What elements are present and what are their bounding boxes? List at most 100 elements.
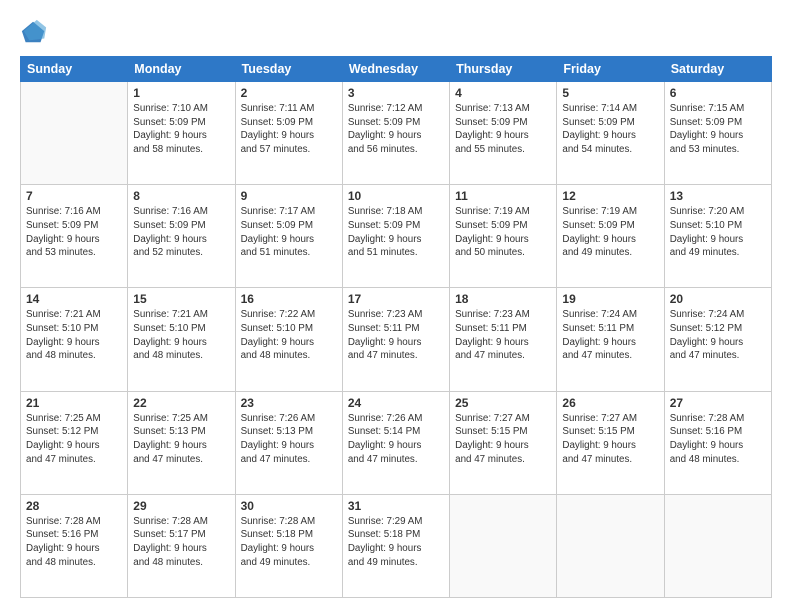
calendar-cell: 31 Sunrise: 7:29 AMSunset: 5:18 PMDayligh… <box>342 494 449 597</box>
header <box>20 18 772 46</box>
day-number: 6 <box>670 86 766 100</box>
day-info: Sunrise: 7:24 AMSunset: 5:11 PMDaylight:… <box>562 308 658 363</box>
day-number: 28 <box>26 499 122 513</box>
day-info: Sunrise: 7:12 AMSunset: 5:09 PMDaylight:… <box>348 102 444 157</box>
calendar-cell: 21 Sunrise: 7:25 AMSunset: 5:12 PMDayligh… <box>21 391 128 494</box>
day-number: 26 <box>562 396 658 410</box>
calendar-cell: 9Sunrise: 7:17 AMSunset: 5:09 PMDaylight… <box>235 185 342 288</box>
day-info: Sunrise: 7:16 AMSunset: 5:09 PMDaylight:… <box>26 205 122 260</box>
day-number: 30 <box>241 499 337 513</box>
day-info: Sunrise: 7:19 AMSunset: 5:09 PMDaylight:… <box>562 205 658 260</box>
calendar-cell: 27 Sunrise: 7:28 AMSunset: 5:16 PMDayligh… <box>664 391 771 494</box>
calendar-week-row: 1 Sunrise: 7:10 AMSunset: 5:09 PMDaylight… <box>21 82 772 185</box>
calendar-cell: 3 Sunrise: 7:12 AMSunset: 5:09 PMDaylight… <box>342 82 449 185</box>
weekday-header-sunday: Sunday <box>21 57 128 82</box>
day-info: Sunrise: 7:27 AMSunset: 5:15 PMDaylight:… <box>562 412 658 467</box>
calendar-table: SundayMondayTuesdayWednesdayThursdayFrid… <box>20 56 772 598</box>
day-number: 21 <box>26 396 122 410</box>
day-info: Sunrise: 7:29 AMSunset: 5:18 PMDaylight:… <box>348 515 444 570</box>
day-number: 14 <box>26 292 122 306</box>
calendar-cell: 5 Sunrise: 7:14 AMSunset: 5:09 PMDaylight… <box>557 82 664 185</box>
day-number: 25 <box>455 396 551 410</box>
calendar-cell: 2 Sunrise: 7:11 AMSunset: 5:09 PMDaylight… <box>235 82 342 185</box>
day-number: 11 <box>455 189 551 203</box>
day-info: Sunrise: 7:19 AMSunset: 5:09 PMDaylight:… <box>455 205 551 260</box>
calendar-cell: 12 Sunrise: 7:19 AMSunset: 5:09 PMDayligh… <box>557 185 664 288</box>
logo-icon <box>20 18 48 46</box>
calendar-cell: 7 Sunrise: 7:16 AMSunset: 5:09 PMDaylight… <box>21 185 128 288</box>
weekday-header-friday: Friday <box>557 57 664 82</box>
day-info: Sunrise: 7:28 AMSunset: 5:16 PMDaylight:… <box>26 515 122 570</box>
day-info: Sunrise: 7:18 AMSunset: 5:09 PMDaylight:… <box>348 205 444 260</box>
day-number: 20 <box>670 292 766 306</box>
day-info: Sunrise: 7:21 AMSunset: 5:10 PMDaylight:… <box>133 308 229 363</box>
day-info: Sunrise: 7:16 AMSunset: 5:09 PMDaylight:… <box>133 205 229 260</box>
day-number: 1 <box>133 86 229 100</box>
day-info: Sunrise: 7:26 AMSunset: 5:14 PMDaylight:… <box>348 412 444 467</box>
day-number: 31 <box>348 499 444 513</box>
day-info: Sunrise: 7:25 AMSunset: 5:12 PMDaylight:… <box>26 412 122 467</box>
calendar-cell: 18Sunrise: 7:23 AMSunset: 5:11 PMDayligh… <box>450 288 557 391</box>
weekday-header-wednesday: Wednesday <box>342 57 449 82</box>
day-info: Sunrise: 7:21 AMSunset: 5:10 PMDaylight:… <box>26 308 122 363</box>
calendar-cell: 30 Sunrise: 7:28 AMSunset: 5:18 PMDayligh… <box>235 494 342 597</box>
calendar-cell: 8Sunrise: 7:16 AMSunset: 5:09 PMDaylight… <box>128 185 235 288</box>
day-number: 12 <box>562 189 658 203</box>
day-number: 16 <box>241 292 337 306</box>
calendar-cell <box>21 82 128 185</box>
calendar-week-row: 7 Sunrise: 7:16 AMSunset: 5:09 PMDaylight… <box>21 185 772 288</box>
calendar-cell: 22Sunrise: 7:25 AMSunset: 5:13 PMDayligh… <box>128 391 235 494</box>
day-info: Sunrise: 7:26 AMSunset: 5:13 PMDaylight:… <box>241 412 337 467</box>
calendar-cell: 28 Sunrise: 7:28 AMSunset: 5:16 PMDayligh… <box>21 494 128 597</box>
day-info: Sunrise: 7:24 AMSunset: 5:12 PMDaylight:… <box>670 308 766 363</box>
weekday-header-saturday: Saturday <box>664 57 771 82</box>
day-number: 17 <box>348 292 444 306</box>
day-number: 4 <box>455 86 551 100</box>
calendar-cell: 11 Sunrise: 7:19 AMSunset: 5:09 PMDayligh… <box>450 185 557 288</box>
day-info: Sunrise: 7:23 AMSunset: 5:11 PMDaylight:… <box>455 308 551 363</box>
weekday-header-monday: Monday <box>128 57 235 82</box>
calendar-cell: 26 Sunrise: 7:27 AMSunset: 5:15 PMDayligh… <box>557 391 664 494</box>
calendar-cell: 15 Sunrise: 7:21 AMSunset: 5:10 PMDayligh… <box>128 288 235 391</box>
day-info: Sunrise: 7:14 AMSunset: 5:09 PMDaylight:… <box>562 102 658 157</box>
day-info: Sunrise: 7:27 AMSunset: 5:15 PMDaylight:… <box>455 412 551 467</box>
day-number: 7 <box>26 189 122 203</box>
calendar-cell <box>557 494 664 597</box>
logo <box>20 18 52 46</box>
day-info: Sunrise: 7:20 AMSunset: 5:10 PMDaylight:… <box>670 205 766 260</box>
day-info: Sunrise: 7:22 AMSunset: 5:10 PMDaylight:… <box>241 308 337 363</box>
day-number: 2 <box>241 86 337 100</box>
page: SundayMondayTuesdayWednesdayThursdayFrid… <box>0 0 792 612</box>
day-number: 15 <box>133 292 229 306</box>
calendar-week-row: 21 Sunrise: 7:25 AMSunset: 5:12 PMDayligh… <box>21 391 772 494</box>
day-number: 22 <box>133 396 229 410</box>
day-number: 5 <box>562 86 658 100</box>
calendar-cell: 17Sunrise: 7:23 AMSunset: 5:11 PMDayligh… <box>342 288 449 391</box>
weekday-header-thursday: Thursday <box>450 57 557 82</box>
calendar-cell: 23Sunrise: 7:26 AMSunset: 5:13 PMDayligh… <box>235 391 342 494</box>
calendar-week-row: 14 Sunrise: 7:21 AMSunset: 5:10 PMDayligh… <box>21 288 772 391</box>
day-number: 19 <box>562 292 658 306</box>
day-info: Sunrise: 7:28 AMSunset: 5:17 PMDaylight:… <box>133 515 229 570</box>
calendar-cell: 10 Sunrise: 7:18 AMSunset: 5:09 PMDayligh… <box>342 185 449 288</box>
day-info: Sunrise: 7:28 AMSunset: 5:18 PMDaylight:… <box>241 515 337 570</box>
weekday-header-tuesday: Tuesday <box>235 57 342 82</box>
day-number: 27 <box>670 396 766 410</box>
day-number: 24 <box>348 396 444 410</box>
calendar-cell: 24 Sunrise: 7:26 AMSunset: 5:14 PMDayligh… <box>342 391 449 494</box>
day-info: Sunrise: 7:11 AMSunset: 5:09 PMDaylight:… <box>241 102 337 157</box>
calendar-cell: 4 Sunrise: 7:13 AMSunset: 5:09 PMDaylight… <box>450 82 557 185</box>
calendar-week-row: 28 Sunrise: 7:28 AMSunset: 5:16 PMDayligh… <box>21 494 772 597</box>
calendar-header-row: SundayMondayTuesdayWednesdayThursdayFrid… <box>21 57 772 82</box>
day-info: Sunrise: 7:10 AMSunset: 5:09 PMDaylight:… <box>133 102 229 157</box>
day-number: 3 <box>348 86 444 100</box>
calendar-cell <box>664 494 771 597</box>
day-number: 10 <box>348 189 444 203</box>
calendar-cell: 16 Sunrise: 7:22 AMSunset: 5:10 PMDayligh… <box>235 288 342 391</box>
day-number: 29 <box>133 499 229 513</box>
calendar-cell: 6Sunrise: 7:15 AMSunset: 5:09 PMDaylight… <box>664 82 771 185</box>
day-info: Sunrise: 7:13 AMSunset: 5:09 PMDaylight:… <box>455 102 551 157</box>
day-info: Sunrise: 7:28 AMSunset: 5:16 PMDaylight:… <box>670 412 766 467</box>
day-info: Sunrise: 7:17 AMSunset: 5:09 PMDaylight:… <box>241 205 337 260</box>
calendar-cell <box>450 494 557 597</box>
